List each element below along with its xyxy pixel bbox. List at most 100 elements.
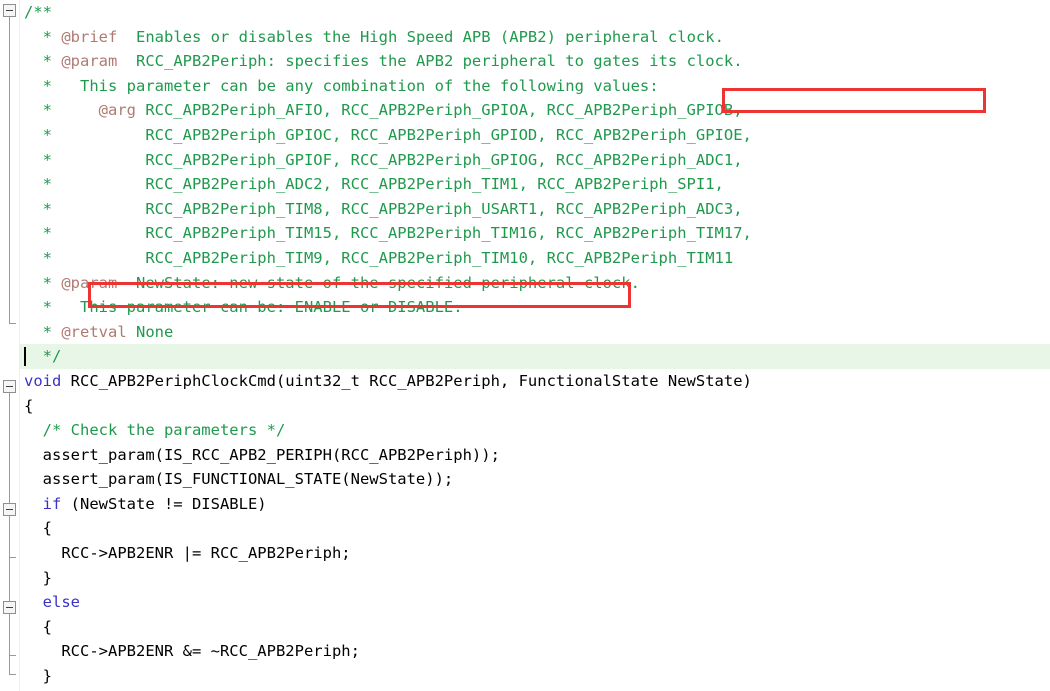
code-line[interactable]: { [20, 615, 1050, 640]
code-line[interactable]: /** [20, 0, 1050, 25]
code-token: * RCC_APB2Periph_TIM9, RCC_APB2Periph_TI… [24, 248, 734, 267]
code-surface[interactable]: /** * @brief Enables or disables the Hig… [20, 0, 1050, 691]
code-line[interactable]: */ [20, 344, 1050, 369]
code-line[interactable]: else [20, 590, 1050, 615]
code-line[interactable]: assert_param(IS_RCC_APB2_PERIPH(RCC_APB2… [20, 443, 1050, 468]
code-token: * RCC_APB2Periph_TIM8, RCC_APB2Periph_US… [24, 199, 743, 218]
fold-guide-line [9, 516, 10, 557]
code-line[interactable]: RCC->APB2ENR |= RCC_APB2Periph; [20, 541, 1050, 566]
code-token: } [24, 568, 52, 587]
code-line[interactable]: assert_param(IS_FUNCTIONAL_STATE(NewStat… [20, 467, 1050, 492]
code-token: else [24, 593, 80, 612]
code-token: None [126, 322, 174, 341]
code-token: * This parameter can be any combination … [24, 76, 659, 95]
code-line-content: * RCC_APB2Periph_TIM8, RCC_APB2Periph_US… [20, 197, 743, 222]
code-token: * [24, 322, 62, 341]
fold-box-comment-block[interactable] [3, 4, 16, 17]
code-token: * [24, 101, 99, 120]
code-token: @brief [61, 27, 118, 46]
code-token: RCC_APB2Periph_AFIO, RCC_APB2Periph_GPIO… [135, 101, 743, 120]
code-token: { [24, 396, 34, 415]
code-line-content: } [20, 664, 52, 689]
code-line[interactable]: void RCC_APB2PeriphClockCmd(uint32_t RCC… [20, 369, 1050, 394]
code-line[interactable]: } [20, 566, 1050, 591]
code-token: RCC_APB2PeriphClockCmd(uint32_t RCC_APB2… [61, 371, 752, 390]
code-line-content: assert_param(IS_FUNCTIONAL_STATE(NewStat… [20, 467, 454, 492]
code-line[interactable]: * @param RCC_APB2Periph: specifies the A… [20, 49, 1050, 74]
code-line[interactable]: * RCC_APB2Periph_TIM9, RCC_APB2Periph_TI… [20, 246, 1050, 271]
code-line-content: { [20, 516, 52, 541]
code-token: * RCC_APB2Periph_GPIOF, RCC_APB2Periph_G… [24, 150, 743, 169]
code-line-content: * @retval None [20, 320, 174, 345]
code-line[interactable]: } [20, 664, 1050, 689]
code-line-content: /** [20, 0, 52, 25]
code-line-content: */ [20, 344, 62, 369]
code-line-content: if (NewState != DISABLE) [20, 492, 267, 517]
code-token: if [24, 494, 62, 513]
code-token: assert_param(IS_FUNCTIONAL_STATE(NewStat… [24, 470, 454, 489]
code-line[interactable]: RCC->APB2ENR &= ~RCC_APB2Periph; [20, 639, 1050, 664]
code-line-content: assert_param(IS_RCC_APB2_PERIPH(RCC_APB2… [20, 443, 500, 468]
code-token: { [24, 617, 52, 636]
code-line-content: /* Check the parameters */ [20, 418, 286, 443]
code-line-content: * RCC_APB2Periph_GPIOF, RCC_APB2Periph_G… [20, 148, 743, 173]
code-token: Enables or disables the High Speed APB (… [117, 27, 724, 46]
code-line-content: RCC->APB2ENR &= ~RCC_APB2Periph; [20, 639, 360, 664]
fold-end-tick [9, 674, 16, 675]
code-line[interactable]: * This parameter can be: ENABLE or DISAB… [20, 295, 1050, 320]
fold-box-if-block[interactable] [3, 503, 16, 516]
code-token: assert_param(IS_RCC_APB2_PERIPH(RCC_APB2… [24, 445, 500, 464]
code-line[interactable]: * RCC_APB2Periph_TIM8, RCC_APB2Periph_US… [20, 197, 1050, 222]
code-line[interactable]: { [20, 394, 1050, 419]
code-token: * RCC_APB2Periph_TIM15, RCC_APB2Periph_T… [24, 224, 752, 243]
code-line-content: * This parameter can be any combination … [20, 74, 659, 99]
code-line[interactable]: * @retval None [20, 320, 1050, 345]
code-token: @param [61, 52, 118, 71]
code-token: @arg [98, 101, 136, 120]
code-token: } [24, 667, 52, 686]
code-line[interactable]: if (NewState != DISABLE) [20, 492, 1050, 517]
code-token: * [24, 52, 62, 71]
code-token: RCC->APB2ENR |= RCC_APB2Periph; [24, 544, 351, 563]
code-line-content: { [20, 615, 52, 640]
code-line[interactable]: * RCC_APB2Periph_GPIOF, RCC_APB2Periph_G… [20, 148, 1050, 173]
code-token: * This parameter can be: ENABLE or DISAB… [24, 298, 463, 317]
code-line-content: void RCC_APB2PeriphClockCmd(uint32_t RCC… [20, 369, 752, 394]
code-token: * [24, 27, 62, 46]
code-token: (NewState != DISABLE) [61, 494, 267, 513]
code-token: * RCC_APB2Periph_GPIOC, RCC_APB2Periph_G… [24, 125, 752, 144]
code-line[interactable]: * RCC_APB2Periph_GPIOC, RCC_APB2Periph_G… [20, 123, 1050, 148]
code-token: NewState: new state of the specified per… [117, 273, 640, 292]
code-line[interactable]: * This parameter can be any combination … [20, 74, 1050, 99]
code-token: * [24, 273, 62, 292]
code-line[interactable]: { [20, 516, 1050, 541]
folding-gutter[interactable] [0, 0, 21, 691]
code-line-content: * @param RCC_APB2Periph: specifies the A… [20, 49, 743, 74]
code-token: RCC->APB2ENR &= ~RCC_APB2Periph; [24, 642, 360, 661]
code-line-content: RCC->APB2ENR |= RCC_APB2Periph; [20, 541, 351, 566]
code-line-content: * RCC_APB2Periph_TIM15, RCC_APB2Periph_T… [20, 221, 752, 246]
code-line-content: else [20, 590, 80, 615]
fold-end-tick [9, 323, 16, 324]
code-line[interactable]: * RCC_APB2Periph_ADC2, RCC_APB2Periph_TI… [20, 172, 1050, 197]
code-line-content: * This parameter can be: ENABLE or DISAB… [20, 295, 463, 320]
code-line[interactable]: * @param NewState: new state of the spec… [20, 271, 1050, 296]
code-token: void [24, 371, 62, 390]
fold-box-else-block[interactable] [3, 601, 16, 614]
fold-end-tick [9, 655, 16, 656]
code-token: @param [61, 273, 118, 292]
fold-guide-line [9, 614, 10, 655]
code-token: /* Check the parameters */ [24, 421, 286, 440]
code-token: * RCC_APB2Periph_ADC2, RCC_APB2Periph_TI… [24, 175, 724, 194]
code-editor: /** * @brief Enables or disables the Hig… [0, 0, 1050, 691]
code-line[interactable]: /* Check the parameters */ [20, 418, 1050, 443]
code-line-content: * @param NewState: new state of the spec… [20, 271, 640, 296]
fold-end-tick [9, 557, 16, 558]
code-line[interactable]: * @arg RCC_APB2Periph_AFIO, RCC_APB2Peri… [20, 98, 1050, 123]
fold-box-function-body[interactable] [3, 380, 16, 393]
code-line-content: } [20, 566, 52, 591]
code-line-content: * @brief Enables or disables the High Sp… [20, 25, 724, 50]
code-line[interactable]: * @brief Enables or disables the High Sp… [20, 25, 1050, 50]
code-token: @retval [61, 322, 127, 341]
code-line[interactable]: * RCC_APB2Periph_TIM15, RCC_APB2Periph_T… [20, 221, 1050, 246]
